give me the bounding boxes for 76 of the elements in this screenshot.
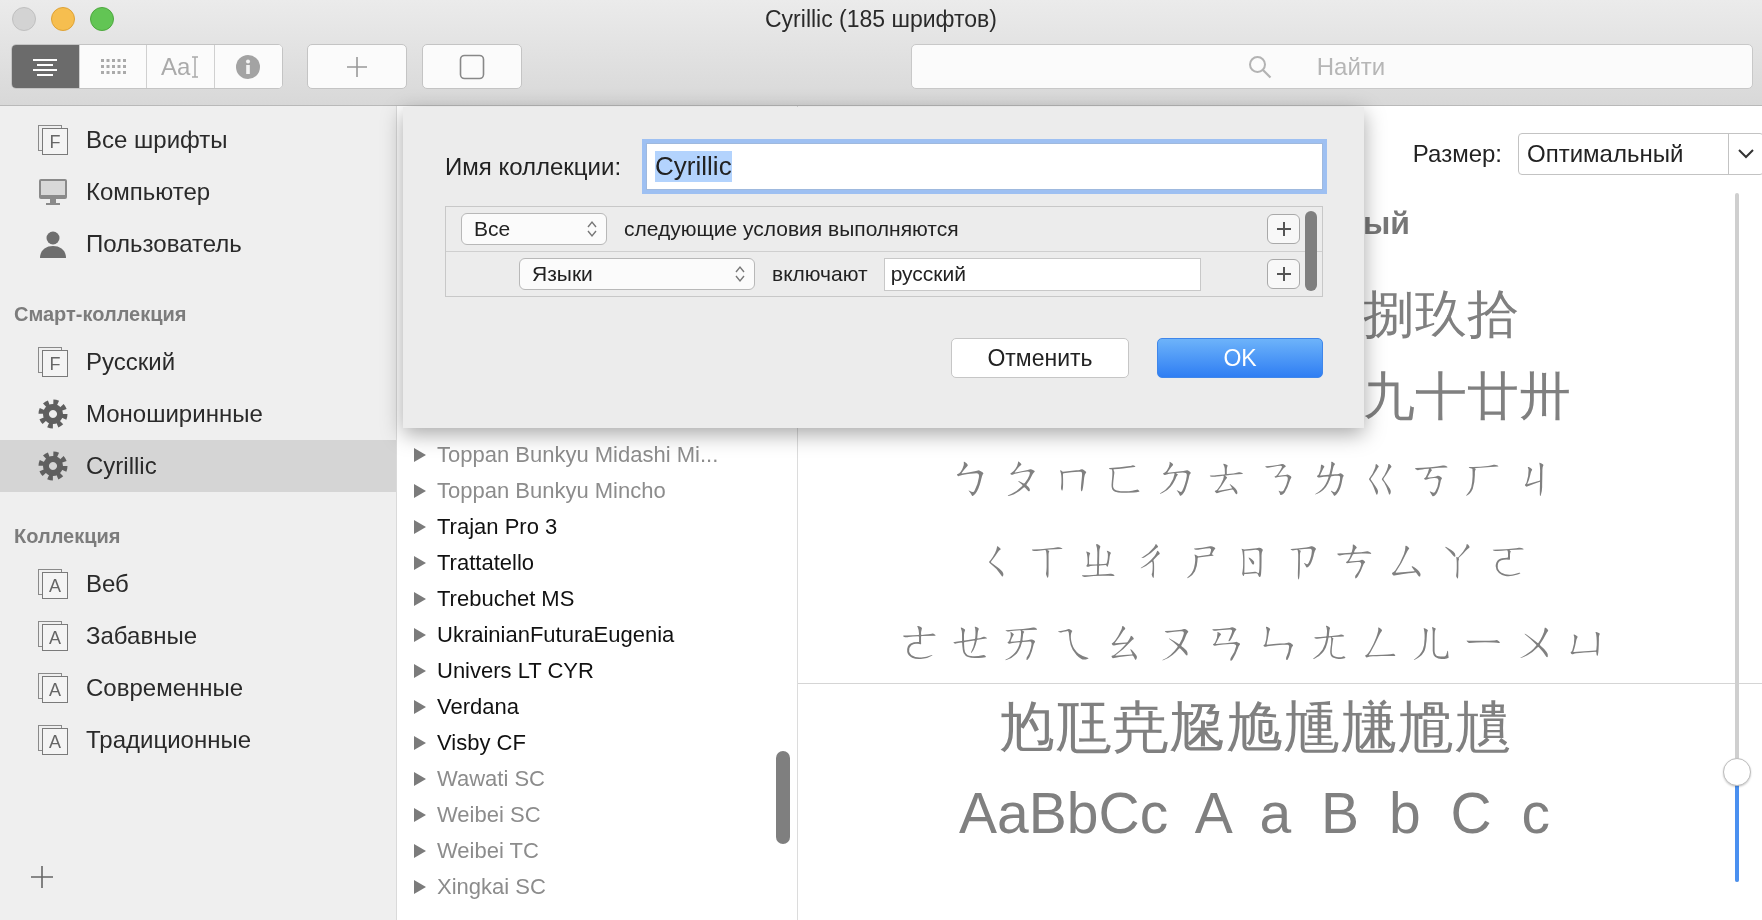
font-family-row[interactable]: Visby CF	[397, 725, 797, 761]
cancel-button[interactable]: Отменить	[951, 338, 1129, 378]
disclosure-triangle-icon[interactable]	[413, 771, 427, 787]
font-family-row[interactable]: Univers LT CYR	[397, 653, 797, 689]
rule-text: следующие условия выполняются	[624, 217, 959, 241]
search-field[interactable]: Найти	[911, 44, 1753, 89]
collection-name-label: Имя коллекции:	[445, 152, 622, 181]
disclosure-triangle-icon[interactable]	[413, 735, 427, 751]
sidebar-item[interactable]: A Традиционные	[0, 714, 396, 766]
sidebar-item[interactable]: F Русский	[0, 336, 396, 388]
popup-button[interactable]: Языки	[519, 258, 755, 290]
up-down-chevron-icon	[734, 265, 746, 283]
sidebar-item[interactable]: Cyrillic	[0, 440, 396, 492]
sidebar-item[interactable]: Моноширинные	[0, 388, 396, 440]
size-dropdown[interactable]: Оптимальный	[1518, 133, 1762, 175]
glyph-sample-line: ㄜ ㄝ ㄞ ㄟ ㄠ ㄡ ㄢ ㄣ ㄤ ㄥ ㄦ ㄧ ㄨ ㄩ	[899, 617, 1610, 666]
plus-icon	[1275, 221, 1292, 237]
disclosure-triangle-icon[interactable]	[413, 627, 427, 643]
sidebar-item[interactable]: Пользователь	[0, 218, 396, 270]
font-family-row[interactable]: Verdana	[397, 689, 797, 725]
sidebar-item[interactable]: A Забавные	[0, 610, 396, 662]
sidebar-item[interactable]: A Современные	[0, 662, 396, 714]
section-header: Смарт-коллекция	[13, 302, 188, 327]
gear-icon	[38, 399, 68, 429]
disclosure-triangle-icon[interactable]	[413, 447, 427, 463]
section-header: Коллекция	[13, 524, 122, 549]
grid-icon	[99, 57, 126, 76]
sidebar-item[interactable]: A Веб	[0, 558, 396, 610]
window-title: Cyrillic (185 шрифтов)	[765, 5, 997, 33]
size-slider[interactable]	[1723, 193, 1751, 882]
scrollbar-thumb[interactable]	[776, 751, 790, 844]
size-label: Размер:	[1412, 140, 1502, 168]
chevron-down-icon	[1738, 149, 1754, 159]
glyph-sample-line: AaBbCc A a B b C c	[959, 781, 1550, 845]
preview-button[interactable]	[422, 44, 522, 89]
glyph-sample-line: 捌玖拾	[1363, 285, 1519, 343]
font-name-heading: ый	[1363, 205, 1410, 241]
disclosure-triangle-icon[interactable]	[413, 483, 427, 499]
zoom-button[interactable]	[90, 7, 114, 31]
disclosure-triangle-icon[interactable]	[413, 699, 427, 715]
disclosure-triangle-icon[interactable]	[413, 519, 427, 535]
glyph-sample-line: 尥尫尭尮尯尰尲尳尵	[998, 695, 1511, 759]
square-icon	[459, 53, 485, 80]
text-cursor-icon	[191, 55, 200, 78]
add-rule-button[interactable]	[1267, 259, 1300, 289]
font-family-row[interactable]: UkrainianFuturaEugenia	[397, 617, 797, 653]
popup-button[interactable]: Все	[461, 213, 607, 245]
info-icon	[235, 53, 262, 80]
gear-icon	[38, 451, 68, 481]
glyph-sample-line: ㄑ ㄒ ㄓ ㄔ ㄕ ㄖ ㄗ ㄘ ㄙ ㄚ ㄛ	[975, 535, 1534, 584]
add-rule-button[interactable]	[1267, 214, 1300, 244]
up-down-chevron-icon	[586, 220, 598, 238]
list-view-button[interactable]	[12, 45, 80, 88]
operator-label: включают	[772, 262, 868, 286]
monitor-icon	[38, 178, 68, 206]
disclosure-triangle-icon[interactable]	[413, 879, 427, 895]
glyph-sample-line: ㄅ ㄆ ㄇ ㄈ ㄉ ㄊ ㄋ ㄌ ㄍ ㄎ ㄏ ㄐ	[950, 453, 1559, 502]
disclosure-triangle-icon[interactable]	[413, 591, 427, 607]
glyph-sample-line: 九十廿卅	[1363, 367, 1571, 425]
sidebar-item[interactable]: Компьютер	[0, 166, 396, 218]
font-family-row[interactable]: Trajan Pro 3	[397, 509, 797, 545]
disclosure-triangle-icon[interactable]	[413, 663, 427, 679]
sidebar-item[interactable]: F Все шрифты	[0, 114, 396, 166]
font-family-row[interactable]: Trebuchet MS	[397, 581, 797, 617]
scrollbar-thumb[interactable]	[1305, 211, 1317, 291]
disclosure-triangle-icon[interactable]	[413, 843, 427, 859]
list-icon	[32, 57, 59, 76]
disclosure-triangle-icon[interactable]	[413, 555, 427, 571]
plus-icon	[1275, 266, 1292, 282]
disclosure-triangle-icon[interactable]	[413, 807, 427, 823]
add-collection-button[interactable]	[30, 865, 54, 889]
search-icon	[1248, 55, 1272, 79]
plus-icon	[346, 55, 368, 78]
person-icon	[38, 230, 68, 258]
font-family-row[interactable]: Trattatello	[397, 545, 797, 581]
value-field[interactable]: русский	[883, 257, 1201, 291]
